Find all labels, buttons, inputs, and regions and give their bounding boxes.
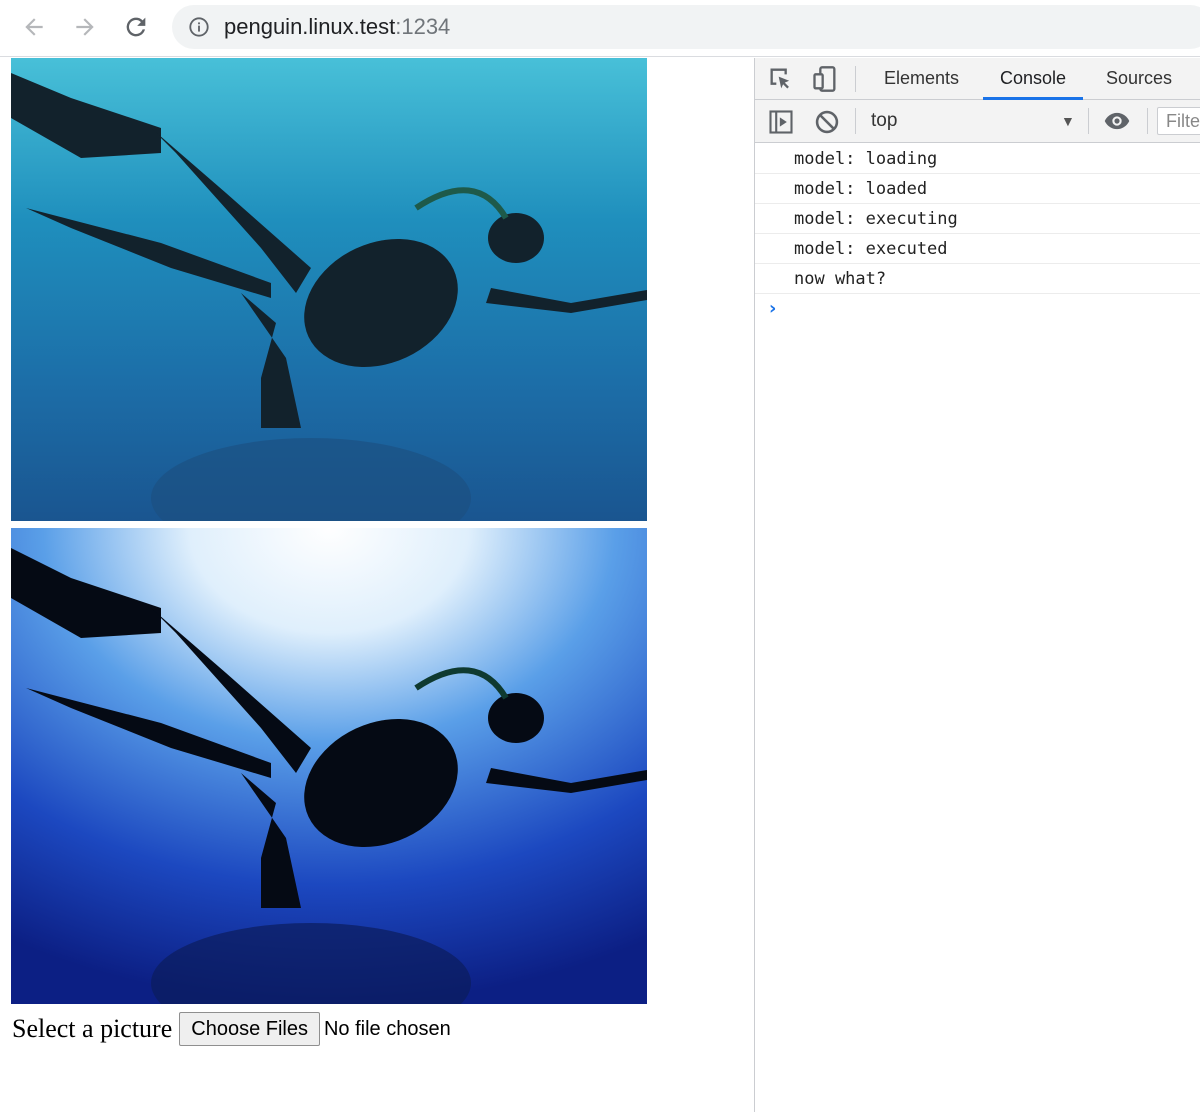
toolbar-divider — [855, 66, 856, 92]
tab-elements[interactable]: Elements — [867, 58, 976, 100]
back-button[interactable] — [16, 9, 52, 45]
choose-files-button[interactable]: Choose Files — [179, 1012, 320, 1046]
console-message: model: executing — [755, 204, 1200, 234]
file-picker-row: Select a picture Choose Files No file ch… — [12, 1011, 451, 1047]
toolbar-divider — [855, 108, 856, 134]
devtools-panel: Elements Console Sources top ▼ model: lo… — [754, 58, 1200, 1112]
prompt-chevron-icon: › — [769, 298, 777, 319]
tab-sources[interactable]: Sources — [1089, 58, 1189, 100]
console-message: now what? — [755, 264, 1200, 294]
reload-button[interactable] — [118, 9, 154, 45]
tab-console[interactable]: Console — [983, 58, 1084, 100]
devtools-tab-bar: Elements Console Sources — [755, 58, 1200, 100]
console-message: model: loaded — [755, 174, 1200, 204]
live-expression-eye-icon[interactable] — [1103, 107, 1131, 135]
arrow-right-icon — [76, 18, 94, 36]
url-port: :1234 — [395, 14, 451, 39]
toolbar-divider — [1147, 108, 1148, 134]
original-diver-photo — [11, 58, 647, 521]
console-prompt[interactable]: › — [755, 294, 1200, 324]
file-status-text: No file chosen — [323, 1017, 451, 1040]
toolbar-divider — [1088, 108, 1089, 134]
url-host: penguin.linux.test — [224, 14, 396, 39]
context-value: top — [871, 110, 898, 131]
reload-icon — [126, 17, 146, 37]
processed-diver-photo — [11, 528, 647, 1004]
device-toolbar-icon[interactable] — [811, 65, 839, 93]
console-message: model: loading — [755, 144, 1200, 174]
address-bar[interactable]: penguin.linux.test:1234 — [172, 5, 1200, 49]
sidebar-toggle-icon[interactable] — [767, 108, 795, 136]
context-selector[interactable]: top ▼ — [867, 106, 1075, 136]
select-picture-label: Select a picture — [12, 1014, 173, 1043]
console-messages: model: loading model: loaded model: exec… — [755, 144, 1200, 324]
dropdown-arrow-icon: ▼ — [1061, 113, 1075, 129]
info-icon[interactable] — [188, 16, 210, 38]
arrow-left-icon — [25, 18, 43, 36]
browser-toolbar: penguin.linux.test:1234 — [0, 0, 1200, 57]
page-content: Select a picture Choose Files No file ch… — [0, 58, 754, 1112]
forward-button[interactable] — [67, 9, 103, 45]
inspect-element-icon[interactable] — [767, 65, 795, 93]
clear-console-icon[interactable] — [813, 108, 841, 136]
url-text: penguin.linux.test:1234 — [224, 14, 450, 40]
console-message: model: executed — [755, 234, 1200, 264]
console-filter-input[interactable] — [1157, 107, 1200, 135]
console-toolbar: top ▼ — [755, 100, 1200, 143]
